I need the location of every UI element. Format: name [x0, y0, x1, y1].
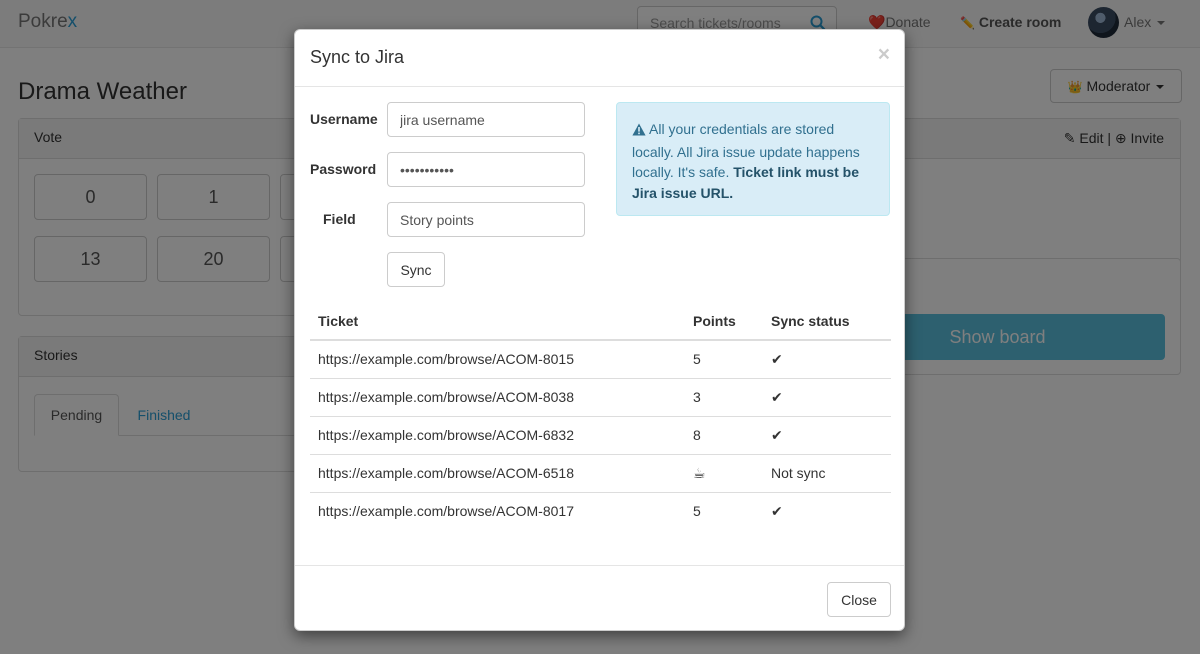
credentials-info-alert: All your credentials are stored locally.… [616, 102, 890, 216]
column-header-sync-status: Sync status [763, 302, 891, 341]
ticket-link[interactable]: https://example.com/browse/ACOM-6832 [310, 416, 685, 455]
field-label: Field [323, 211, 356, 227]
sync-button[interactable]: Sync [387, 252, 445, 287]
sync-table: Ticket Points Sync status https://exampl… [310, 302, 891, 530]
points-cell: 5 [685, 340, 763, 379]
username-label: Username [310, 111, 378, 127]
table-row: https://example.com/browse/ACOM-6518 ☕ N… [310, 454, 891, 493]
table-row: https://example.com/browse/ACOM-6832 8 ✔ [310, 416, 891, 455]
modal-header: Sync to Jira × [295, 30, 904, 87]
modal-title: Sync to Jira [310, 47, 405, 67]
modal-footer: Close [295, 565, 904, 631]
warning-icon [632, 121, 646, 142]
password-label: Password [310, 161, 377, 177]
close-icon[interactable]: × [878, 44, 890, 65]
coffee-icon: ☕ [685, 454, 763, 493]
sync-to-jira-modal: Sync to Jira × Username Password Field S… [294, 29, 905, 631]
check-icon: ✔ [763, 378, 891, 417]
points-cell: 5 [693, 503, 701, 520]
check-icon: ✔ [771, 502, 783, 519]
table-header-row: Ticket Points Sync status [310, 302, 891, 341]
table-row: https://example.com/browse/ACOM-8038 3 ✔ [310, 378, 891, 417]
points-cell: 3 [685, 378, 763, 417]
column-header-points: Points [685, 302, 763, 341]
username-field[interactable] [387, 102, 585, 137]
sync-status-text: Not sync [763, 454, 891, 493]
ticket-link[interactable]: https://example.com/browse/ACOM-8038 [310, 378, 685, 417]
password-field[interactable] [387, 152, 585, 187]
ticket-link[interactable]: https://example.com/browse/ACOM-8015 [310, 340, 685, 379]
table-row: https://example.com/browse/ACOM-8017 5 ✔ [310, 492, 891, 530]
close-button[interactable]: Close [827, 582, 891, 617]
check-icon: ✔ [763, 340, 891, 379]
ticket-link[interactable]: https://example.com/browse/ACOM-8017 [310, 492, 685, 530]
column-header-ticket: Ticket [310, 302, 685, 341]
field-input[interactable] [387, 202, 585, 237]
points-cell: 8 [685, 416, 763, 455]
ticket-link[interactable]: https://example.com/browse/ACOM-6518 [310, 454, 685, 493]
check-icon: ✔ [763, 416, 891, 455]
table-row: https://example.com/browse/ACOM-8015 5 ✔ [310, 340, 891, 379]
